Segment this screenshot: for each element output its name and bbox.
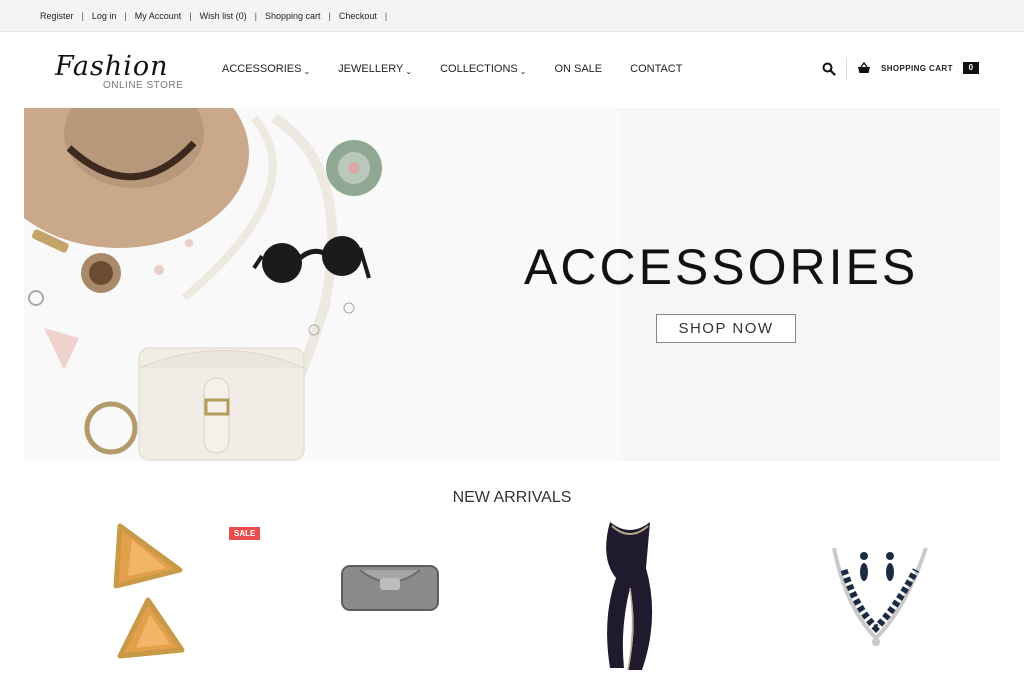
nav-label: ON SALE <box>554 63 603 75</box>
product-card[interactable] <box>826 518 936 676</box>
beaded-clutch-image <box>341 565 439 611</box>
shopping-cart-link[interactable]: Shopping cart <box>265 11 321 21</box>
checkout-link[interactable]: Checkout <box>339 11 377 21</box>
shopping-cart-button[interactable]: SHOPPING CART 0 <box>857 62 979 74</box>
handbag-icon <box>138 347 305 461</box>
nav-item-contact[interactable]: CONTACT <box>630 63 682 75</box>
product-card[interactable] <box>590 518 670 676</box>
nav-item-accessories[interactable]: ACCESSORIES ⌄ <box>222 63 311 76</box>
nav-label: JEWELLERY <box>338 63 404 75</box>
search-icon[interactable] <box>822 62 836 76</box>
hero-banner[interactable]: ACCESSORIES SHOP NOW <box>24 108 1000 461</box>
succulent-icon <box>326 140 382 196</box>
chevron-down-icon: ⌄ <box>405 67 413 76</box>
separator: | <box>81 11 84 21</box>
logo-subtitle: ONLINE STORE <box>103 80 184 91</box>
shop-now-button[interactable]: SHOP NOW <box>656 314 796 343</box>
nav-item-jewellery[interactable]: JEWELLERY ⌄ <box>338 63 413 76</box>
separator: | <box>189 11 192 21</box>
product-card[interactable] <box>92 518 212 676</box>
nav-label: COLLECTIONS <box>440 63 518 75</box>
nav-item-collections[interactable]: COLLECTIONS ⌄ <box>440 63 527 76</box>
cart-label: SHOPPING CART <box>881 63 953 73</box>
nav-item-on-sale[interactable]: ON SALE <box>554 63 602 75</box>
hero-title: ACCESSORIES <box>524 239 919 295</box>
basket-icon <box>858 62 870 73</box>
separator: | <box>254 11 257 21</box>
new-arrivals-title: NEW ARRIVALS <box>452 489 572 506</box>
separator: | <box>384 11 388 21</box>
site-header: Fashion ONLINE STORE ACCESSORIES ⌄ JEWELL… <box>0 32 1024 108</box>
register-link[interactable]: Register <box>40 11 74 21</box>
triangle-earrings-image <box>113 523 185 659</box>
top-bar: Register | Log in | My Account | Wish li… <box>0 0 1024 32</box>
header-divider <box>846 58 847 80</box>
necklace-set-image <box>832 547 928 646</box>
earring-icon <box>860 552 894 581</box>
nav-label: ACCESSORIES <box>222 63 302 75</box>
cart-count-badge: 0 <box>962 62 979 74</box>
nav-label: CONTACT <box>630 63 683 75</box>
my-account-link[interactable]: My Account <box>135 11 182 21</box>
wishlist-link[interactable]: Wish list (0) <box>200 11 247 21</box>
logo[interactable]: Fashion ONLINE STORE <box>55 52 205 94</box>
sale-badge: SALE <box>229 527 261 540</box>
chevron-down-icon: ⌄ <box>303 67 311 76</box>
main-nav: ACCESSORIES ⌄ JEWELLERY ⌄ COLLECTIONS ⌄ ON … <box>222 63 710 76</box>
logo-script-text: Fashion <box>55 51 169 82</box>
separator: | <box>328 11 331 21</box>
chevron-down-icon: ⌄ <box>519 67 527 76</box>
scarf-image <box>606 522 653 671</box>
login-link[interactable]: Log in <box>92 11 117 21</box>
top-links: Register | Log in | My Account | Wish li… <box>40 11 395 21</box>
separator: | <box>124 11 127 21</box>
product-card[interactable] <box>330 518 450 676</box>
